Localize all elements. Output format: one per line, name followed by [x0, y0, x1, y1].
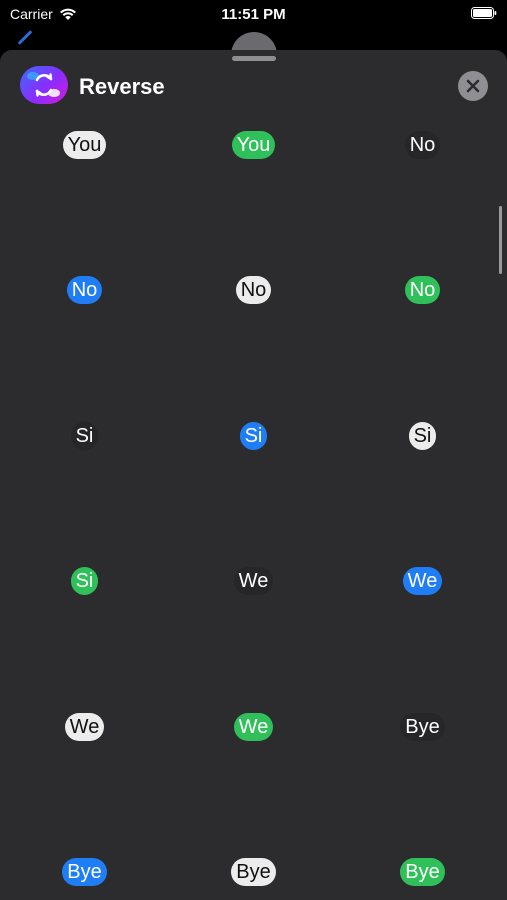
sticker-bubble: Si	[70, 421, 99, 450]
battery-icon	[471, 7, 497, 19]
reverse-arrows-icon	[27, 72, 60, 97]
sticker-bubble: We	[233, 712, 274, 741]
sticker-bubble: Bye	[62, 858, 107, 886]
sticker-cell[interactable]: Si	[0, 416, 169, 456]
sticker-bubble: Bye	[231, 858, 276, 886]
sticker-bubble: We	[64, 712, 105, 741]
status-bar: Carrier 11:51 PM	[0, 0, 507, 30]
sticker-bubble: No	[404, 276, 441, 305]
sticker-cell[interactable]: We	[169, 561, 338, 601]
sheet-header: Reverse	[0, 66, 507, 106]
sticker-cell[interactable]: Si	[0, 561, 169, 601]
sticker-bubble: You	[62, 131, 107, 159]
sticker-bubble: No	[235, 276, 272, 305]
sticker-cell[interactable]: We	[0, 707, 169, 747]
sticker-bubble: No	[404, 131, 441, 159]
sticker-cell[interactable]: We	[338, 561, 507, 601]
sticker-cell[interactable]: No	[169, 270, 338, 310]
close-icon	[466, 79, 480, 93]
sticker-bubble: No	[66, 276, 103, 305]
sticker-cell[interactable]: No	[0, 270, 169, 310]
sheet-title: Reverse	[79, 74, 165, 99]
app-icon	[20, 66, 68, 104]
sticker-bubble: Si	[239, 421, 268, 450]
scroll-indicator[interactable]	[499, 206, 502, 274]
sticker-cell[interactable]: Si	[338, 416, 507, 456]
sticker-bubble: Bye	[400, 712, 445, 741]
sticker-cell[interactable]: Bye	[338, 852, 507, 892]
sticker-cell[interactable]: We	[169, 707, 338, 747]
sticker-bubble: We	[233, 567, 274, 596]
sticker-cell[interactable]: No	[338, 125, 507, 165]
sticker-bubble: Si	[70, 567, 99, 596]
sheet-grabber[interactable]	[232, 56, 276, 61]
sticker-sheet: Reverse You You No No No No Si Si Si Si We We We We By…	[0, 50, 507, 900]
sticker-cell[interactable]: Si	[169, 416, 338, 456]
sticker-cell[interactable]: You	[0, 125, 169, 165]
sticker-cell[interactable]: Bye	[169, 852, 338, 892]
close-button[interactable]	[458, 71, 488, 101]
sticker-cell[interactable]: Bye	[0, 852, 169, 892]
sticker-cell[interactable]: No	[338, 270, 507, 310]
sticker-bubble: Si	[408, 421, 437, 450]
background-back-chevron	[17, 30, 33, 45]
sticker-cell[interactable]: You	[169, 125, 338, 165]
sticker-bubble: We	[402, 567, 443, 596]
sticker-cell[interactable]: Bye	[338, 707, 507, 747]
sticker-bubble: Bye	[400, 858, 445, 886]
status-time: 11:51 PM	[221, 6, 286, 23]
sticker-bubble: You	[231, 131, 276, 159]
